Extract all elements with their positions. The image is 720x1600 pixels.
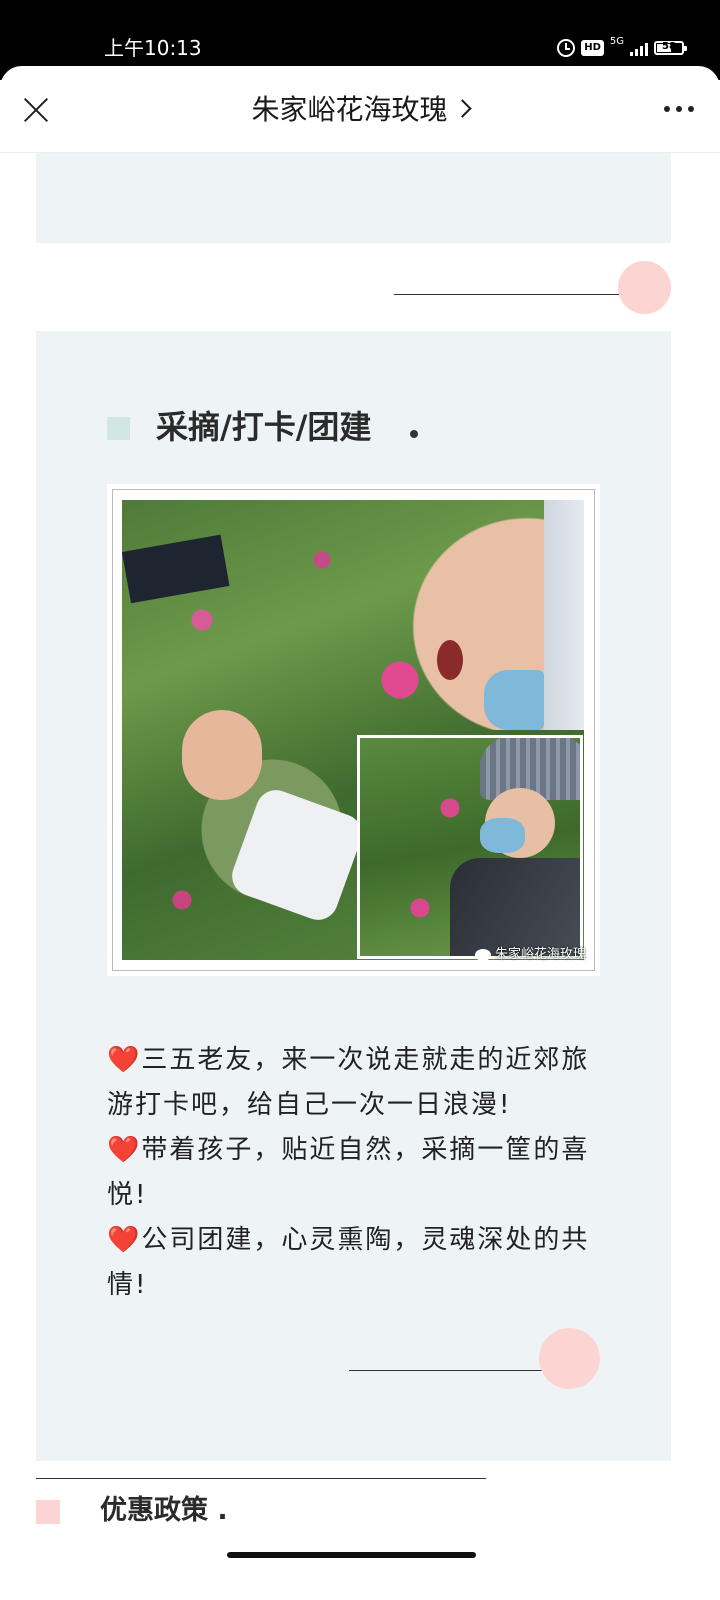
section-marker <box>107 417 130 440</box>
section-title: 采摘/打卡/团建 <box>156 408 372 446</box>
sleeve <box>226 784 368 926</box>
section-title: 优惠政策 . <box>100 1495 228 1526</box>
boy-inset-photo[interactable] <box>357 735 583 959</box>
title-dot <box>410 430 418 438</box>
photo-watermark: 朱家峪花海玫瑰 <box>475 946 586 964</box>
wechat-icon <box>475 949 491 961</box>
paragraph-text: 带着孩子，贴近自然，采摘一筐的喜悦! <box>107 1135 590 1210</box>
hood <box>544 500 584 730</box>
decorative-circle <box>618 261 671 314</box>
divider-line <box>36 1478 486 1479</box>
heart-icon: ❤️ <box>107 1045 142 1075</box>
divider-line <box>394 294 654 295</box>
hand <box>182 710 262 800</box>
heart-icon: ❤️ <box>107 1225 142 1255</box>
battery-icon: 58 <box>654 41 687 55</box>
hd-badge: HD <box>581 40 604 56</box>
paragraph: ❤️带着孩子，贴近自然，采摘一筐的喜悦! <box>107 1128 607 1218</box>
face-mask <box>484 670 544 730</box>
boy-mask <box>480 818 525 853</box>
network-type-label: 5G <box>609 36 624 47</box>
previous-section-panel <box>36 153 671 243</box>
alarm-icon <box>557 39 576 57</box>
open-mouth <box>437 640 463 680</box>
person-arm <box>122 534 230 604</box>
home-indicator[interactable] <box>227 1552 476 1558</box>
boy-coat <box>450 858 580 956</box>
navigation-bar: 朱家峪花海玫瑰 <box>0 66 720 153</box>
more-options-icon[interactable] <box>664 106 694 112</box>
section-marker <box>36 1500 60 1524</box>
paragraph-text: 公司团建，心灵熏陶，灵魂深处的共情! <box>107 1225 590 1300</box>
battery-level: 58 <box>662 41 676 52</box>
paragraph-text: 三五老友，来一次说走就走的近郊旅游打卡吧，给自己一次一日浪漫! <box>107 1045 590 1120</box>
paragraph: ❤️公司团建，心灵熏陶，灵魂深处的共情! <box>107 1218 607 1308</box>
decorative-circle <box>539 1328 600 1389</box>
paragraph: ❤️三五老友，来一次说走就走的近郊旅游打卡吧，给自己一次一日浪漫! <box>107 1038 607 1128</box>
page-title: 朱家峪花海玫瑰 <box>251 93 448 126</box>
account-title-link[interactable]: 朱家峪花海玫瑰 <box>0 90 720 130</box>
status-icons: HD 5G 58 <box>557 36 687 60</box>
signal-icon <box>630 40 648 56</box>
watermark-text: 朱家峪花海玫瑰 <box>495 947 587 962</box>
heart-icon: ❤️ <box>107 1135 142 1165</box>
chevron-right-icon <box>452 99 472 118</box>
status-time: 上午10:13 <box>104 36 202 60</box>
